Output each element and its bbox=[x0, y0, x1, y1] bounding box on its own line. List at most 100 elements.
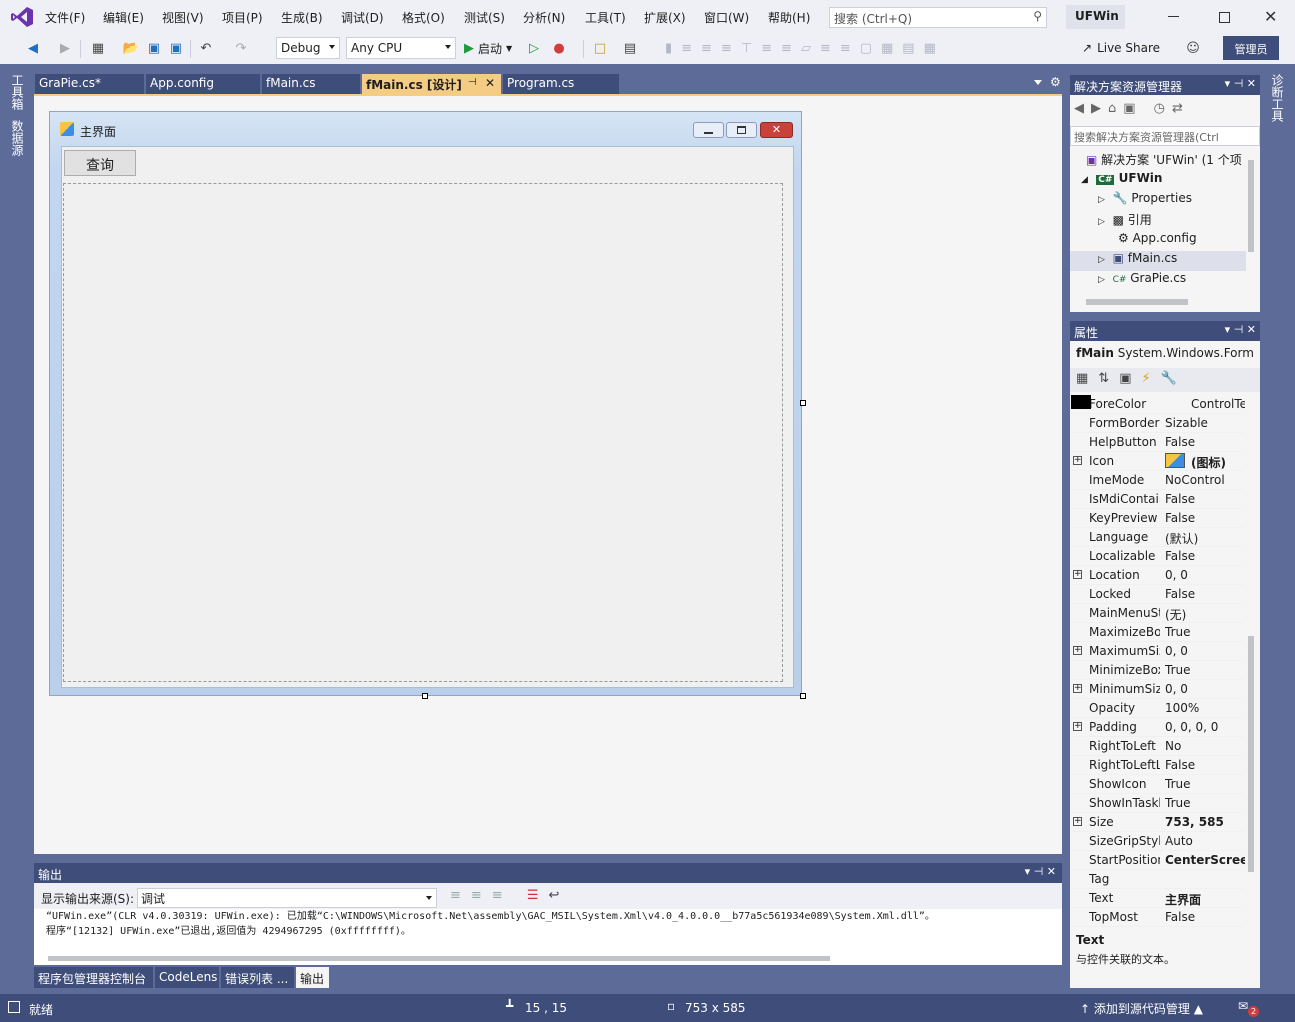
property-row[interactable]: ShowIcon True bbox=[1070, 775, 1243, 794]
form-close-button[interactable]: ✕ bbox=[760, 122, 793, 138]
resize-handle-right[interactable] bbox=[800, 400, 806, 406]
expand-icon[interactable]: + bbox=[1073, 570, 1082, 579]
menu-item[interactable]: 生成(B) bbox=[281, 9, 323, 26]
property-row[interactable]: HelpButton False bbox=[1070, 433, 1243, 452]
property-value[interactable]: No bbox=[1165, 739, 1245, 753]
tab-dropdown-icon[interactable] bbox=[1034, 80, 1042, 85]
property-row[interactable]: + Padding 0, 0, 0, 0 bbox=[1070, 718, 1243, 737]
output-hscrollbar[interactable] bbox=[48, 956, 830, 961]
property-row[interactable]: + MaximumSize 0, 0 bbox=[1070, 642, 1243, 661]
start-button[interactable]: ▶ 启动 ▼ bbox=[464, 40, 512, 57]
save-all-icon[interactable]: ▣ bbox=[167, 39, 185, 57]
property-row[interactable]: MaximizeBox True bbox=[1070, 623, 1243, 642]
search-box[interactable]: 搜索 (Ctrl+Q) ⚲ bbox=[829, 7, 1047, 28]
property-value[interactable]: False bbox=[1165, 587, 1245, 601]
panel-controls-icon[interactable]: ▾ ⊣ ✕ bbox=[1225, 77, 1256, 90]
collapse-icon[interactable]: ▷ bbox=[1098, 255, 1105, 265]
resize-handle-corner[interactable] bbox=[800, 693, 806, 699]
property-row[interactable]: Locked False bbox=[1070, 585, 1243, 604]
property-value[interactable]: False bbox=[1165, 910, 1245, 924]
property-row[interactable]: + Size 753, 585 bbox=[1070, 813, 1243, 832]
clear-all-icon[interactable]: ☰ bbox=[527, 888, 549, 903]
tree-fmain[interactable]: ▷ ▣ fMain.cs bbox=[1070, 251, 1246, 271]
feedback-icon[interactable]: ☺ bbox=[1184, 39, 1202, 57]
tab-program[interactable]: Program.cs bbox=[503, 74, 620, 94]
datasource-rail[interactable]: 数据源 bbox=[10, 120, 26, 156]
property-row[interactable]: Opacity 100% bbox=[1070, 699, 1243, 718]
menu-item[interactable]: 窗口(W) bbox=[704, 9, 749, 26]
pin-icon[interactable]: ⊣ bbox=[468, 77, 477, 88]
property-row[interactable]: Text 主界面 bbox=[1070, 889, 1243, 908]
property-value[interactable]: 753, 585 bbox=[1165, 815, 1245, 829]
live-share-button[interactable]: ↗ Live Share bbox=[1082, 41, 1160, 55]
property-value[interactable]: 100% bbox=[1165, 701, 1245, 715]
property-row[interactable]: SizeGripStyle Auto bbox=[1070, 832, 1243, 851]
hot-reload-icon[interactable]: ● bbox=[550, 39, 568, 57]
property-row[interactable]: MinimizeBox True bbox=[1070, 661, 1243, 680]
output-source-select[interactable]: 调试 bbox=[137, 888, 437, 908]
solution-hscrollbar[interactable] bbox=[1086, 299, 1188, 305]
platform-select[interactable]: Any CPU bbox=[346, 37, 456, 59]
property-value[interactable]: False bbox=[1165, 758, 1245, 772]
diagnostics-rail[interactable]: 诊断工具 bbox=[1270, 74, 1286, 122]
close-tab-icon[interactable]: ✕ bbox=[485, 76, 495, 90]
panel-controls-icon[interactable]: ▾ ⊣ ✕ bbox=[1225, 323, 1256, 336]
form-minimize-button[interactable] bbox=[693, 122, 724, 138]
property-row[interactable]: KeyPreview False bbox=[1070, 509, 1243, 528]
browse-folder-icon[interactable]: □ bbox=[591, 39, 609, 57]
property-row[interactable]: ImeMode NoControl bbox=[1070, 471, 1243, 490]
property-row[interactable]: RightToLeft No bbox=[1070, 737, 1243, 756]
tab-codelens[interactable]: CodeLens bbox=[155, 967, 220, 988]
property-row[interactable]: IsMdiContainer False bbox=[1070, 490, 1243, 509]
property-row[interactable]: Localizable False bbox=[1070, 547, 1243, 566]
property-row[interactable]: ForeColor ControlText bbox=[1070, 395, 1245, 414]
undo-icon[interactable]: ↶ bbox=[197, 39, 215, 57]
config-select[interactable]: Debug bbox=[276, 37, 340, 59]
menu-item[interactable]: 分析(N) bbox=[523, 9, 565, 26]
property-value[interactable]: 0, 0 bbox=[1165, 644, 1245, 658]
object-selector[interactable]: fMain System.Windows.Form bbox=[1070, 344, 1260, 364]
menu-item[interactable]: 扩展(X) bbox=[644, 9, 686, 26]
menu-item[interactable]: 工具(T) bbox=[585, 9, 626, 26]
property-value[interactable]: (默认) bbox=[1165, 530, 1245, 547]
property-row[interactable]: + Location 0, 0 bbox=[1070, 566, 1243, 585]
form-maximize-button[interactable] bbox=[726, 122, 757, 138]
property-value[interactable]: CenterScreen bbox=[1165, 853, 1245, 867]
property-value[interactable]: Auto bbox=[1165, 834, 1245, 848]
events-icon[interactable]: ⚡ bbox=[1142, 371, 1161, 386]
tab-output[interactable]: 输出 bbox=[296, 967, 330, 988]
property-row[interactable]: TopMost False bbox=[1070, 908, 1243, 927]
back-icon[interactable]: ◀ bbox=[24, 39, 42, 57]
tab-package-manager[interactable]: 程序包管理器控制台 bbox=[34, 967, 154, 988]
toolbox-rail[interactable]: 工具箱 bbox=[10, 74, 26, 110]
menu-item[interactable]: 格式(O) bbox=[402, 9, 445, 26]
property-value[interactable]: False bbox=[1165, 549, 1245, 563]
panel-controls-icon[interactable]: ▾ ⊣ ✕ bbox=[1025, 865, 1056, 878]
property-value[interactable]: Sizable bbox=[1165, 416, 1245, 430]
property-value[interactable]: True bbox=[1165, 625, 1245, 639]
wrench-icon[interactable]: 🔧 bbox=[1161, 371, 1187, 386]
word-wrap-icon[interactable]: ↩ bbox=[548, 888, 569, 903]
property-value[interactable]: True bbox=[1165, 777, 1245, 791]
start-without-debug-icon[interactable]: ▷ bbox=[525, 39, 543, 57]
forward-icon[interactable]: ▶ bbox=[56, 39, 74, 57]
solution-search-input[interactable]: 搜索解决方案资源管理器(Ctrl bbox=[1070, 126, 1260, 146]
tab-fmain-designer[interactable]: fMain.cs [设计] ⊣ ✕ bbox=[362, 74, 502, 94]
property-value[interactable]: ControlText bbox=[1165, 397, 1245, 411]
collapse-icon[interactable]: ▷ bbox=[1098, 217, 1105, 227]
expand-icon[interactable]: + bbox=[1073, 722, 1082, 731]
property-row[interactable]: + Icon (图标) bbox=[1070, 452, 1243, 471]
menu-item[interactable]: 文件(F) bbox=[45, 9, 85, 26]
open-folder-icon[interactable]: 📂 bbox=[122, 39, 140, 57]
tab-fmain-cs[interactable]: fMain.cs bbox=[262, 74, 361, 94]
menu-item[interactable]: 调试(D) bbox=[341, 9, 384, 26]
new-project-icon[interactable]: ▦ bbox=[89, 39, 107, 57]
tree-solution[interactable]: ▣ 解决方案 'UFWin' (1 个项 bbox=[1086, 151, 1262, 171]
close-icon[interactable]: ✕ bbox=[1264, 7, 1277, 26]
property-row[interactable]: MainMenuStrip (无) bbox=[1070, 604, 1243, 623]
expand-icon[interactable]: + bbox=[1073, 456, 1082, 465]
alphabetical-icon[interactable]: ⇅ bbox=[1098, 371, 1119, 386]
minimize-icon[interactable] bbox=[1168, 16, 1179, 17]
property-value[interactable]: False bbox=[1165, 435, 1245, 449]
property-value[interactable]: (图标) bbox=[1165, 454, 1245, 471]
